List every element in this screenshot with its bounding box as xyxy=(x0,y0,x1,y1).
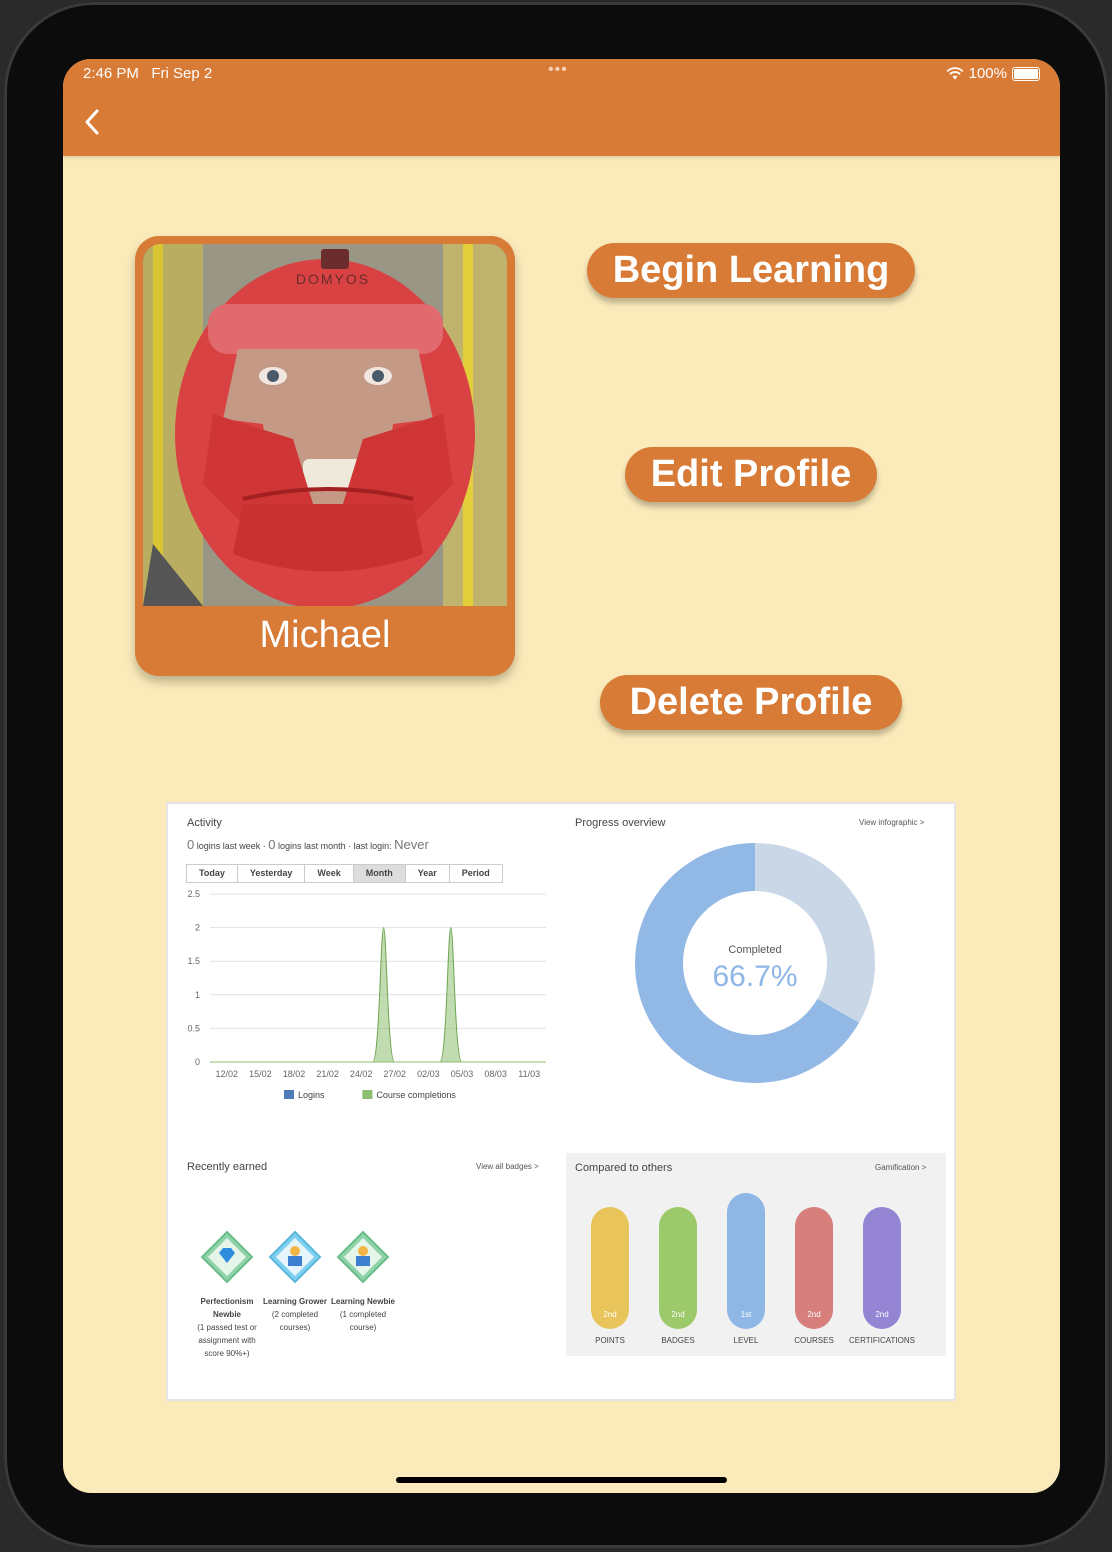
back-button[interactable] xyxy=(77,105,107,139)
x-tick-label: 08/03 xyxy=(484,1069,507,1079)
badge-learning-newbie-label: Learning Newbie (1 completed course) xyxy=(330,1297,395,1332)
legend-label: Course completions xyxy=(376,1090,456,1100)
tab-period[interactable]: Period xyxy=(449,865,502,882)
status-time: 2:46 PM Fri Sep 2 xyxy=(83,65,213,82)
navigation-bar xyxy=(63,89,1060,156)
battery-icon xyxy=(1012,66,1040,81)
compared-title: Compared to others xyxy=(575,1162,673,1174)
delete-profile-button[interactable]: Delete Profile xyxy=(600,675,902,730)
tab-yesterday[interactable]: Yesterday xyxy=(237,865,306,882)
view-all-badges-link[interactable]: View all badges > xyxy=(476,1162,539,1171)
view-infographic-link[interactable]: View infographic > xyxy=(859,818,924,827)
x-tick-label: 18/02 xyxy=(283,1069,306,1079)
tab-week[interactable]: Week xyxy=(305,865,354,882)
activity-chart: 0 0.5 1 1.5 2 2.5 12/02 15/02 18/02 21/02 24/02 27/… xyxy=(187,889,546,1100)
wifi-icon xyxy=(946,67,964,80)
donut-center-label: Completed xyxy=(728,944,782,956)
profile-name: Michael xyxy=(259,614,391,656)
activity-period-tabs: Today Yesterday Week Month Year Period xyxy=(186,864,503,883)
x-tick-label: 24/02 xyxy=(350,1069,373,1079)
y-tick-label: 2.5 xyxy=(187,889,200,899)
chevron-left-icon xyxy=(85,109,99,135)
x-tick-label: 05/03 xyxy=(451,1069,474,1079)
app-screen: 2:46 PM Fri Sep 2 ••• 100% DOMYOS Michae… xyxy=(63,59,1060,1493)
tab-month[interactable]: Month xyxy=(353,865,406,882)
badge-learning-grower-label: Learning Grower (2 completed courses) xyxy=(262,1297,327,1332)
status-bar: 2:46 PM Fri Sep 2 ••• 100% xyxy=(63,59,1060,89)
y-tick-label: 1 xyxy=(195,990,200,1000)
multitasking-dots[interactable]: ••• xyxy=(548,61,568,79)
helmet-portrait-image: DOMYOS xyxy=(143,244,507,606)
y-tick-label: 2 xyxy=(195,923,200,933)
recently-earned-title: Recently earned xyxy=(187,1161,268,1173)
begin-learning-button[interactable]: Begin Learning xyxy=(587,243,915,298)
badge-learning-grower-icon[interactable] xyxy=(268,1230,322,1284)
profile-photo: DOMYOS xyxy=(143,244,507,606)
legend-swatch xyxy=(362,1090,373,1099)
badges-bar: 2nd xyxy=(659,1207,697,1329)
gamification-link[interactable]: Gamification > xyxy=(875,1163,926,1172)
x-tick-label: 11/03 xyxy=(518,1069,540,1079)
x-tick-label: 12/02 xyxy=(216,1069,239,1079)
battery-percent: 100% xyxy=(968,65,1007,82)
legend-swatch xyxy=(284,1090,294,1099)
edit-profile-button[interactable]: Edit Profile xyxy=(625,447,877,502)
badge-perfectionism-newbie-label: Perfectionism Newbie (1 passed test or as… xyxy=(197,1297,257,1358)
x-tick-label: 02/03 xyxy=(417,1069,440,1079)
learning-dashboard: Activity 0 logins last week · 0 logins l… xyxy=(166,802,956,1401)
courses-bar: 2nd xyxy=(795,1207,833,1329)
points-bar: 2nd xyxy=(591,1207,629,1329)
compared-to-others-panel: Compared to others Gamification > 2nd 2n… xyxy=(566,1153,946,1356)
activity-title: Activity xyxy=(187,817,222,829)
home-indicator[interactable] xyxy=(396,1477,727,1483)
badge-perfectionism-newbie-icon[interactable] xyxy=(200,1230,254,1284)
donut-percent: 66.7% xyxy=(712,960,798,993)
donut-remaining-slice xyxy=(755,843,875,1023)
helmet-brand: DOMYOS xyxy=(296,271,370,287)
x-tick-label: 15/02 xyxy=(249,1069,272,1079)
ipad-frame: 2:46 PM Fri Sep 2 ••• 100% DOMYOS Michae… xyxy=(4,2,1108,1548)
progress-title: Progress overview xyxy=(575,817,666,829)
certifications-bar: 2nd xyxy=(863,1207,901,1329)
x-tick-label: 21/02 xyxy=(316,1069,339,1079)
y-tick-label: 0.5 xyxy=(187,1023,200,1033)
status-right: 100% xyxy=(946,65,1040,82)
tab-today[interactable]: Today xyxy=(187,865,238,882)
profile-card[interactable]: DOMYOS Michael xyxy=(135,236,515,676)
legend-label: Logins xyxy=(298,1090,325,1100)
badge-learning-newbie-icon[interactable] xyxy=(336,1230,390,1284)
y-tick-label: 0 xyxy=(195,1057,200,1067)
tab-year[interactable]: Year xyxy=(405,865,450,882)
level-bar: 1st xyxy=(727,1193,765,1329)
y-tick-label: 1.5 xyxy=(187,956,200,966)
activity-summary: 0 logins last week · 0 logins last month… xyxy=(187,837,429,852)
x-tick-label: 27/02 xyxy=(384,1069,407,1079)
certifications-label: CERTIFICATIONS xyxy=(849,1336,915,1345)
